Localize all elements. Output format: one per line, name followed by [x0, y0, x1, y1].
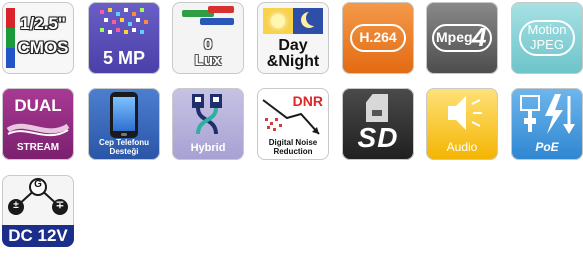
h264-label: H.264 [359, 29, 397, 45]
hybrid-label: Hybrid [190, 142, 226, 154]
low-light-tile: 0 Lux [172, 2, 244, 74]
stream-swoosh-icon [6, 123, 70, 137]
jpeg-label: JPEG [530, 37, 564, 52]
connector-cables-icon [192, 94, 222, 135]
mobile-support-tile: Cep Telefonu Desteği [88, 88, 160, 160]
poe-label: PoE [535, 140, 559, 154]
sensor-type-label: CMOS [17, 38, 69, 57]
mpeg-version: 4 [472, 22, 487, 52]
audio-tile: Audio [426, 88, 498, 160]
cmos-sensor-tile: 1/2.5" CMOS [2, 2, 74, 74]
negative-symbol: ∓ [55, 200, 65, 211]
poe-tile: PoE [511, 88, 583, 160]
night-label: &Night [266, 53, 320, 70]
sensor-bars-icon [182, 6, 234, 25]
day-night-tile: Day &Night [257, 2, 329, 74]
phone-label-1: Cep Telefonu [98, 138, 150, 147]
resolution-tile: 5 MP [88, 2, 160, 74]
dual-stream-tile: DUAL STREAM [2, 88, 74, 160]
hybrid-tile: Hybrid [172, 88, 244, 160]
ethernet-power-icon [520, 94, 575, 134]
sd-card-icon [366, 94, 388, 122]
dnr-label-1: Digital Noise [268, 138, 318, 147]
day-label: Day [278, 37, 308, 54]
motion-jpeg-tile: Motion JPEG [511, 2, 583, 74]
smartphone-icon [110, 92, 138, 138]
sun-moon-icon [263, 8, 323, 34]
audio-label: Audio [446, 140, 478, 154]
ground-label: G [34, 179, 42, 190]
dnr-label-2: Reduction [273, 147, 313, 156]
stream-label: STREAM [16, 142, 60, 153]
dual-label: DUAL [14, 96, 62, 115]
sd-card-tile: SD [342, 88, 414, 160]
motion-label: Motion [527, 22, 567, 37]
resolution-label: 5 MP [102, 48, 145, 68]
positive-symbol: ± [13, 200, 19, 211]
noise-reduction-tile: DNR Digital Noise Reduction [257, 88, 329, 160]
sd-logo: SD [357, 122, 399, 153]
voltage-label: DC 12V [8, 226, 68, 245]
sensor-size-label: 1/2.5" [20, 14, 66, 33]
speaker-icon [448, 96, 482, 130]
lux-value: 0 [203, 36, 213, 53]
noise-trend-icon [262, 99, 320, 135]
pixel-grid-icon [100, 8, 148, 34]
phone-label-2: Desteği [109, 147, 139, 156]
h264-codec-tile: H.264 [342, 2, 414, 74]
mpeg-label: Mpeg [436, 29, 473, 45]
lux-unit: Lux [194, 52, 222, 69]
power-supply-tile: G ± ∓ DC 12V [2, 175, 74, 247]
mpeg4-codec-tile: Mpeg 4 [426, 2, 498, 74]
